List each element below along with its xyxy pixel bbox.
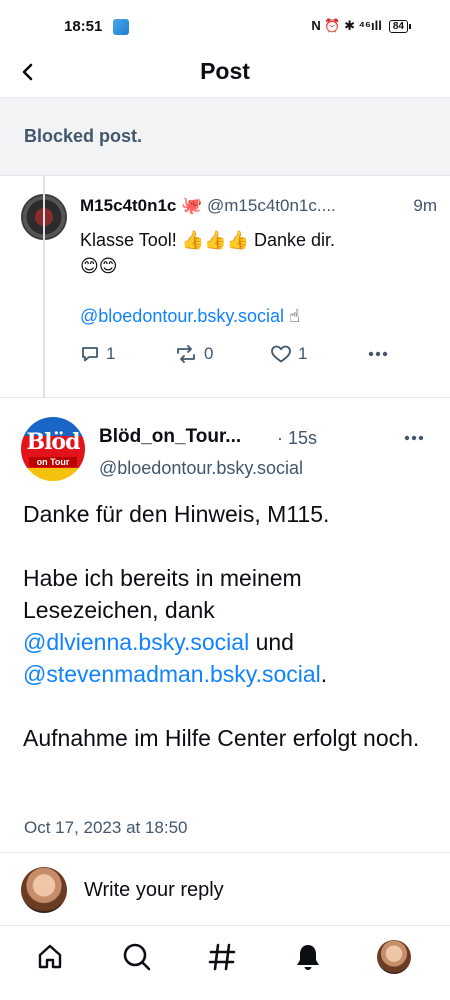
post-time: 9m xyxy=(413,196,437,215)
author-handle[interactable]: @m15c4t0n1c.... xyxy=(207,196,336,215)
reply-post-header: M15c4t0n1c 🐙 @m15c4t0n1c.... xyxy=(80,196,336,216)
nav-profile-avatar[interactable] xyxy=(377,940,411,974)
bell-icon xyxy=(297,945,319,970)
search-icon xyxy=(123,943,151,971)
mention-link[interactable]: @dlvienna.bsky.social xyxy=(23,629,249,655)
mention-link[interactable]: @bloedontour.bsky.social xyxy=(80,306,284,326)
post-paragraph: Danke für den Hinweis, M115. xyxy=(23,501,330,527)
heart-icon xyxy=(271,345,291,363)
hashtag-icon xyxy=(208,943,236,971)
reply-input-placeholder[interactable]: Write your reply xyxy=(84,879,224,902)
app-notification-icon xyxy=(113,19,129,35)
system-indicators: N ⏰ ✱ ⁴⁶ıll xyxy=(311,18,382,33)
nav-home[interactable] xyxy=(33,940,67,974)
status-indicators: N ⏰ ✱ ⁴⁶ıll 84 xyxy=(311,18,412,34)
avatar xyxy=(21,867,67,913)
status-bar: 18:51 N ⏰ ✱ ⁴⁶ıll 84 xyxy=(0,0,450,56)
reply-count: 1 xyxy=(106,344,116,363)
post-text-segment: Habe ich bereits in meinem Lesezeichen, … xyxy=(23,565,302,623)
repost-count: 0 xyxy=(204,344,214,363)
blocked-post-label: Blocked post. xyxy=(24,126,143,146)
status-time: 18:51 xyxy=(64,18,103,35)
more-horizontal-icon xyxy=(404,435,424,441)
avatar-logo-text: Blöd xyxy=(26,429,80,455)
post-text: Danke für den Hinweis, M115. Habe ich be… xyxy=(23,498,427,786)
post-mention-line: @bloedontour.bsky.social ☝ xyxy=(80,306,300,327)
nav-feeds[interactable] xyxy=(205,940,239,974)
battery-icon: 84 xyxy=(388,19,412,33)
page-title: Post xyxy=(200,58,250,84)
post-actions: 1 0 1 xyxy=(80,344,410,368)
nav-search[interactable] xyxy=(120,940,154,974)
author-handle[interactable]: @bloedontour.bsky.social xyxy=(99,458,303,479)
post-paragraph: Habe ich bereits in meinem Lesezeichen, … xyxy=(23,562,427,690)
post-text: Klasse Tool! 👍👍👍 Danke dir. 😊😊 xyxy=(80,227,430,279)
bottom-nav xyxy=(0,926,450,1000)
main-post: Blöd on Tour Blöd_on_Tour... · 15s @bloe… xyxy=(0,398,450,853)
post-text-segment: . xyxy=(320,661,328,687)
reply-post[interactable]: M15c4t0n1c 🐙 @m15c4t0n1c.... 9m Klasse T… xyxy=(0,176,450,398)
blocked-post: Blocked post. xyxy=(0,98,450,176)
mention-link[interactable]: @stevenmadman.bsky.social xyxy=(23,661,321,687)
home-icon xyxy=(38,944,62,969)
post-text-line: 😊😊 xyxy=(80,256,118,276)
more-horizontal-icon xyxy=(368,351,388,357)
reply-button[interactable]: 1 xyxy=(80,344,115,364)
reply-composer[interactable]: Write your reply xyxy=(0,853,450,926)
like-count: 1 xyxy=(298,344,308,363)
avatar-logo-subtext: on Tour xyxy=(29,457,77,467)
post-paragraph: Aufnahme im Hilfe Center erfolgt noch. xyxy=(23,725,420,751)
author-name[interactable]: Blöd_on_Tour... xyxy=(99,426,241,448)
repost-icon xyxy=(177,345,195,363)
repost-button[interactable]: 0 xyxy=(174,344,213,364)
header: Post xyxy=(0,56,450,98)
comment-icon xyxy=(82,347,98,362)
like-button[interactable]: 1 xyxy=(270,344,307,364)
author-name[interactable]: M15c4t0n1c 🐙 xyxy=(80,196,202,215)
more-options-button[interactable] xyxy=(402,428,426,453)
post-time: · 15s xyxy=(277,428,318,448)
post-text-segment: und xyxy=(249,629,294,655)
thread-line xyxy=(43,176,45,398)
mention-suffix: ☝ xyxy=(284,306,301,326)
more-options-button[interactable] xyxy=(366,344,390,364)
avatar[interactable]: Blöd on Tour xyxy=(21,417,85,481)
post-date: Oct 17, 2023 at 18:50 xyxy=(24,818,188,837)
post-text-line: Klasse Tool! 👍👍👍 Danke dir. xyxy=(80,230,336,250)
nav-notifications[interactable] xyxy=(291,940,325,974)
